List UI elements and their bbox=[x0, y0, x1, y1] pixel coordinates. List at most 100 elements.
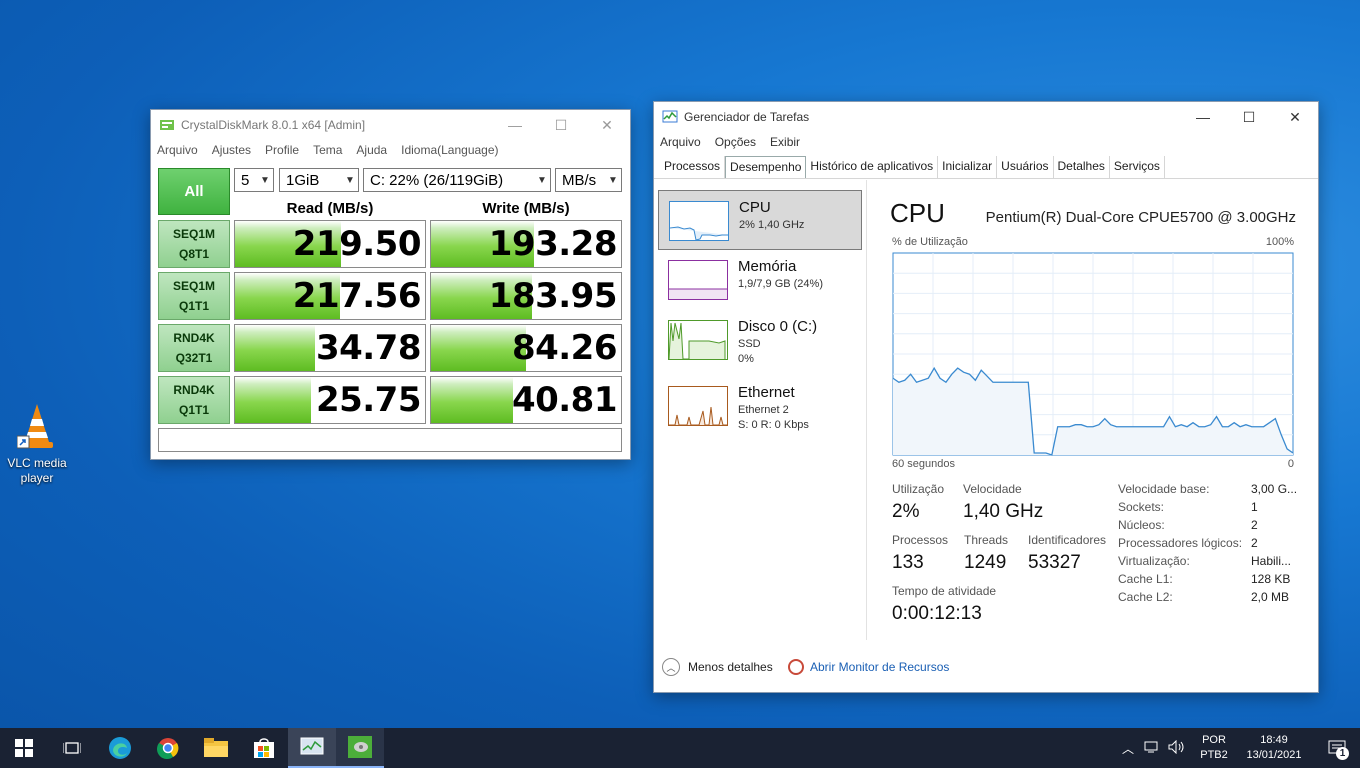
system-tray: ︿ POR PTB2 18:49 13/01/2021 1 bbox=[1116, 728, 1360, 768]
resource-monitor-link[interactable]: Abrir Monitor de Recursos bbox=[788, 659, 949, 675]
minimize-button[interactable]: — bbox=[1180, 102, 1226, 132]
maximize-button[interactable]: ☐ bbox=[1226, 102, 1272, 132]
count-select[interactable]: 5 ▼ bbox=[234, 168, 274, 192]
graph-x-left: 60 segundos bbox=[892, 458, 955, 470]
comment-field[interactable] bbox=[158, 428, 622, 452]
vlc-cone-icon bbox=[16, 402, 57, 452]
tab-servicos[interactable]: Serviços bbox=[1110, 156, 1165, 178]
chevron-down-icon: ▼ bbox=[345, 174, 355, 186]
test-queue: Q1T1 bbox=[178, 299, 209, 313]
test-button[interactable]: RND4K Q32T1 bbox=[158, 324, 230, 372]
utilization-axis-label: % de Utilização bbox=[892, 236, 968, 248]
read-result: 34.78 bbox=[234, 324, 426, 372]
sidebar-disco-title: Disco 0 (C:) bbox=[738, 318, 818, 335]
test-queue: Q8T1 bbox=[178, 247, 209, 261]
sidebar-ethernet-title: Ethernet bbox=[738, 384, 795, 401]
write-bar bbox=[431, 377, 513, 423]
chrome-taskbar-button[interactable] bbox=[144, 728, 192, 768]
sidebar-ethernet-sub2: S: 0 R: 0 Kbps bbox=[738, 419, 809, 431]
sidebar-cpu-title: CPU bbox=[739, 199, 771, 216]
close-button[interactable]: ✕ bbox=[1272, 102, 1318, 132]
folder-icon bbox=[204, 738, 228, 757]
cdm-menubar: Arquivo Ajustes Profile Tema Ajuda Idiom… bbox=[151, 140, 630, 160]
threads-value: 1249 bbox=[964, 552, 1007, 573]
menu-profile[interactable]: Profile bbox=[265, 143, 299, 157]
keyboard-layout: PTB2 bbox=[1200, 749, 1228, 761]
cdm-title: CrystalDiskMark 8.0.1 x64 [Admin] bbox=[181, 118, 366, 132]
tab-historico[interactable]: Histórico de aplicativos bbox=[806, 156, 939, 178]
utilizacao-label: Utilização bbox=[892, 482, 945, 496]
edge-taskbar-button[interactable] bbox=[96, 728, 144, 768]
graph-x-right: 0 bbox=[1287, 458, 1294, 470]
test-button[interactable]: RND4K Q1T1 bbox=[158, 376, 230, 424]
tab-usuarios[interactable]: Usuários bbox=[997, 156, 1054, 178]
network-icon[interactable] bbox=[1140, 740, 1164, 757]
spec-row: Processadores lógicos: 2 bbox=[1118, 534, 1298, 552]
read-result: 219.50 bbox=[234, 220, 426, 268]
disk-thumbnail bbox=[668, 320, 728, 360]
spec-value: Habili... bbox=[1251, 554, 1292, 568]
menu-ajuda[interactable]: Ajuda bbox=[356, 143, 387, 157]
spec-value: 2 bbox=[1251, 536, 1258, 550]
sidebar-item-cpu[interactable]: CPU 2% 1,40 GHz bbox=[658, 190, 862, 250]
identificadores-value: 53327 bbox=[1028, 552, 1081, 573]
crystaldiskmark-taskbar-button[interactable] bbox=[336, 728, 384, 768]
start-button[interactable] bbox=[0, 728, 48, 768]
test-name: SEQ1M bbox=[172, 227, 215, 241]
crystaldiskmark-icon bbox=[348, 736, 372, 758]
cpu-thumbnail bbox=[669, 201, 729, 241]
store-taskbar-button[interactable] bbox=[240, 728, 288, 768]
less-details-button[interactable]: ︿ Menos detalhes bbox=[662, 658, 773, 676]
size-select[interactable]: 1GiB ▼ bbox=[279, 168, 359, 192]
write-value: 84.26 bbox=[511, 328, 618, 368]
spec-value: 2,0 MB bbox=[1251, 590, 1290, 604]
write-result: 40.81 bbox=[430, 376, 622, 424]
vlc-desktop-icon[interactable]: VLC media player bbox=[4, 402, 70, 486]
menu-arquivo[interactable]: Arquivo bbox=[157, 143, 198, 157]
page-title: CPU bbox=[890, 198, 945, 228]
sidebar-item-memoria[interactable]: Memória 1,9/7,9 GB (24%) bbox=[658, 250, 862, 310]
cdm-titlebar[interactable]: CrystalDiskMark 8.0.1 x64 [Admin] — ☐ ✕ bbox=[151, 110, 630, 140]
tm-menubar: Arquivo Opções Exibir bbox=[654, 132, 1318, 152]
velocidade-value: 1,40 GHz bbox=[963, 501, 1044, 522]
sidebar-memoria-sub: 1,9/7,9 GB (24%) bbox=[738, 278, 823, 290]
volume-icon[interactable] bbox=[1164, 739, 1190, 757]
tab-detalhes[interactable]: Detalhes bbox=[1054, 156, 1110, 178]
notification-button[interactable]: 1 bbox=[1314, 728, 1360, 768]
task-manager-taskbar-button[interactable] bbox=[288, 728, 336, 768]
crystaldiskmark-icon bbox=[160, 120, 174, 130]
menu-arquivo[interactable]: Arquivo bbox=[660, 135, 701, 149]
test-button[interactable]: SEQ1M Q8T1 bbox=[158, 220, 230, 268]
menu-opcoes[interactable]: Opções bbox=[715, 135, 756, 149]
read-header: Read (MB/s) bbox=[286, 200, 374, 217]
sidebar-item-ethernet[interactable]: Ethernet Ethernet 2 S: 0 R: 0 Kbps bbox=[658, 376, 862, 436]
tempo-label: Tempo de atividade bbox=[892, 584, 997, 598]
spec-row: Núcleos: 2 bbox=[1118, 516, 1298, 534]
spec-value: 1 bbox=[1251, 500, 1258, 514]
test-button[interactable]: SEQ1M Q1T1 bbox=[158, 272, 230, 320]
clock[interactable]: 18:49 13/01/2021 bbox=[1234, 733, 1314, 763]
tab-inicializar[interactable]: Inicializar bbox=[938, 156, 998, 178]
menu-exibir[interactable]: Exibir bbox=[770, 135, 800, 149]
minimize-button[interactable]: — bbox=[492, 110, 538, 140]
task-view-button[interactable] bbox=[48, 728, 96, 768]
unit-select[interactable]: MB/s ▼ bbox=[555, 168, 622, 192]
chevron-up-icon[interactable]: ︿ bbox=[1116, 740, 1140, 757]
tab-processos[interactable]: Processos bbox=[660, 156, 726, 178]
tab-desempenho[interactable]: Desempenho bbox=[725, 156, 807, 178]
clock-time: 18:49 bbox=[1260, 734, 1288, 746]
tm-titlebar[interactable]: Gerenciador de Tarefas — ☐ ✕ bbox=[654, 102, 1318, 132]
spec-row: Velocidade base: 3,00 G... bbox=[1118, 480, 1298, 498]
all-button[interactable]: All bbox=[158, 168, 230, 215]
menu-tema[interactable]: Tema bbox=[313, 143, 342, 157]
maximize-button[interactable]: ☐ bbox=[538, 110, 584, 140]
close-button[interactable]: ✕ bbox=[584, 110, 630, 140]
menu-ajustes[interactable]: Ajustes bbox=[212, 143, 251, 157]
language-indicator[interactable]: POR PTB2 bbox=[1194, 733, 1234, 763]
menu-idioma[interactable]: Idioma(Language) bbox=[401, 143, 498, 157]
write-value: 183.95 bbox=[488, 276, 618, 316]
drive-select[interactable]: C: 22% (26/119GiB) ▼ bbox=[363, 168, 551, 192]
file-explorer-taskbar-button[interactable] bbox=[192, 728, 240, 768]
sidebar-item-disco[interactable]: Disco 0 (C:) SSD 0% bbox=[658, 310, 862, 370]
spec-key: Velocidade base: bbox=[1118, 482, 1210, 496]
